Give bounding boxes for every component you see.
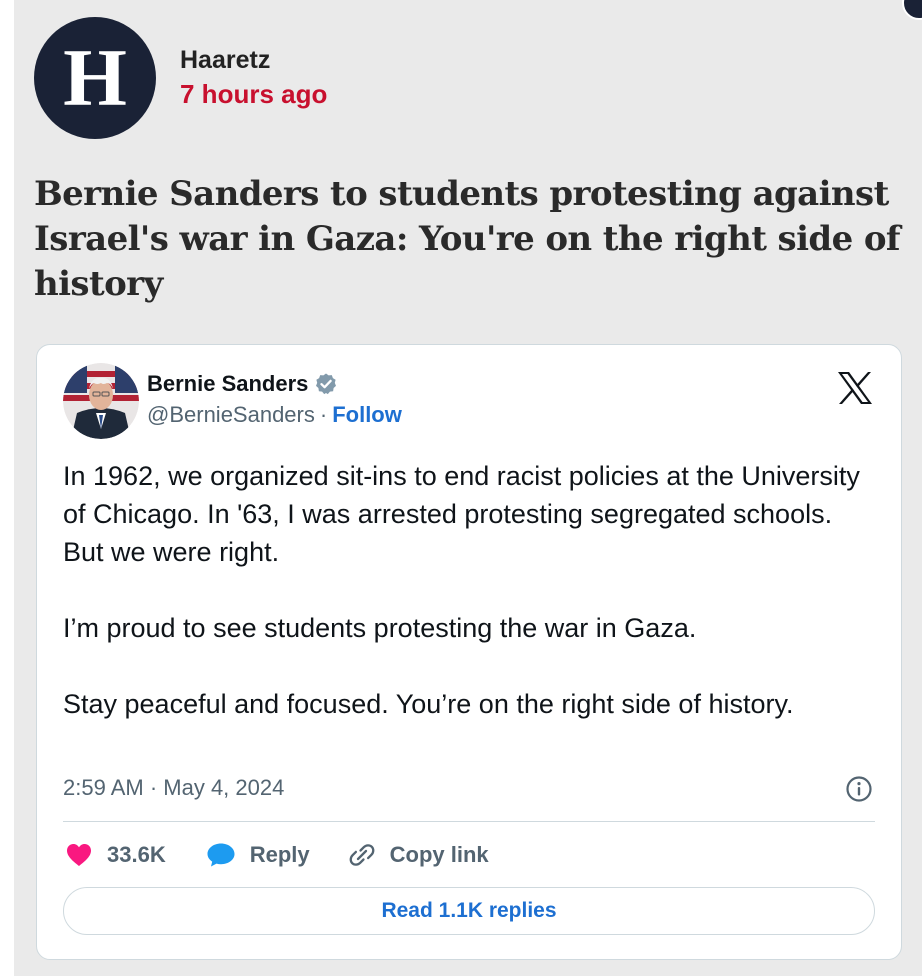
speech-bubble-icon <box>206 842 236 868</box>
verified-badge-icon <box>314 372 338 396</box>
read-replies-button[interactable]: Read 1.1K replies <box>63 887 875 935</box>
post-header: H Haaretz 7 hours ago <box>34 17 327 139</box>
x-logo-icon[interactable] <box>837 371 873 405</box>
link-icon <box>348 841 376 869</box>
copy-link-button[interactable]: Copy link <box>348 841 489 869</box>
info-icon[interactable] <box>845 775 873 803</box>
tweet-paragraph: Stay peaceful and focused. You’re on the… <box>63 689 794 719</box>
author-avatar-image <box>63 363 139 439</box>
tweet-paragraph: I’m proud to see students protesting the… <box>63 613 697 643</box>
page: H Haaretz 7 hours ago Bernie Sanders to … <box>14 0 922 976</box>
tweet-actions: 33.6K Reply Copy link <box>65 835 489 875</box>
follow-button[interactable]: Follow <box>332 402 402 428</box>
headline[interactable]: Bernie Sanders to students protesting ag… <box>34 172 922 307</box>
post-time: 7 hours ago <box>180 79 328 109</box>
reply-label: Reply <box>249 842 310 867</box>
publisher-meta: Haaretz 7 hours ago <box>180 44 327 112</box>
embedded-tweet-card: Bernie Sanders @BernieSanders · Follow I… <box>36 344 902 960</box>
author-meta: Bernie Sanders @BernieSanders · Follow <box>147 368 402 430</box>
divider <box>63 821 875 822</box>
separator-dot: · <box>319 402 328 427</box>
like-button[interactable]: 33.6K <box>65 842 166 868</box>
reply-button[interactable]: Reply <box>206 842 310 868</box>
tweet-paragraph: In 1962, we organized sit-ins to end rac… <box>63 461 860 567</box>
tweet-header: Bernie Sanders @BernieSanders · Follow <box>63 363 402 439</box>
publisher-logo[interactable]: H <box>34 17 156 139</box>
handle-row: @BernieSanders · Follow <box>147 400 402 430</box>
copy-link-label: Copy link <box>389 842 489 867</box>
author-name[interactable]: Bernie Sanders <box>147 371 308 397</box>
corner-indicator <box>902 0 922 20</box>
tweet-text: In 1962, we organized sit-ins to end rac… <box>63 457 863 723</box>
likes-count: 33.6K <box>107 842 166 867</box>
author-handle[interactable]: @BernieSanders <box>147 402 315 428</box>
publisher-name[interactable]: Haaretz <box>180 44 327 76</box>
tweet-timestamp[interactable]: 2:59 AM · May 4, 2024 <box>63 775 284 801</box>
author-name-row: Bernie Sanders <box>147 368 402 400</box>
heart-icon <box>65 842 93 868</box>
author-avatar[interactable] <box>63 363 139 439</box>
